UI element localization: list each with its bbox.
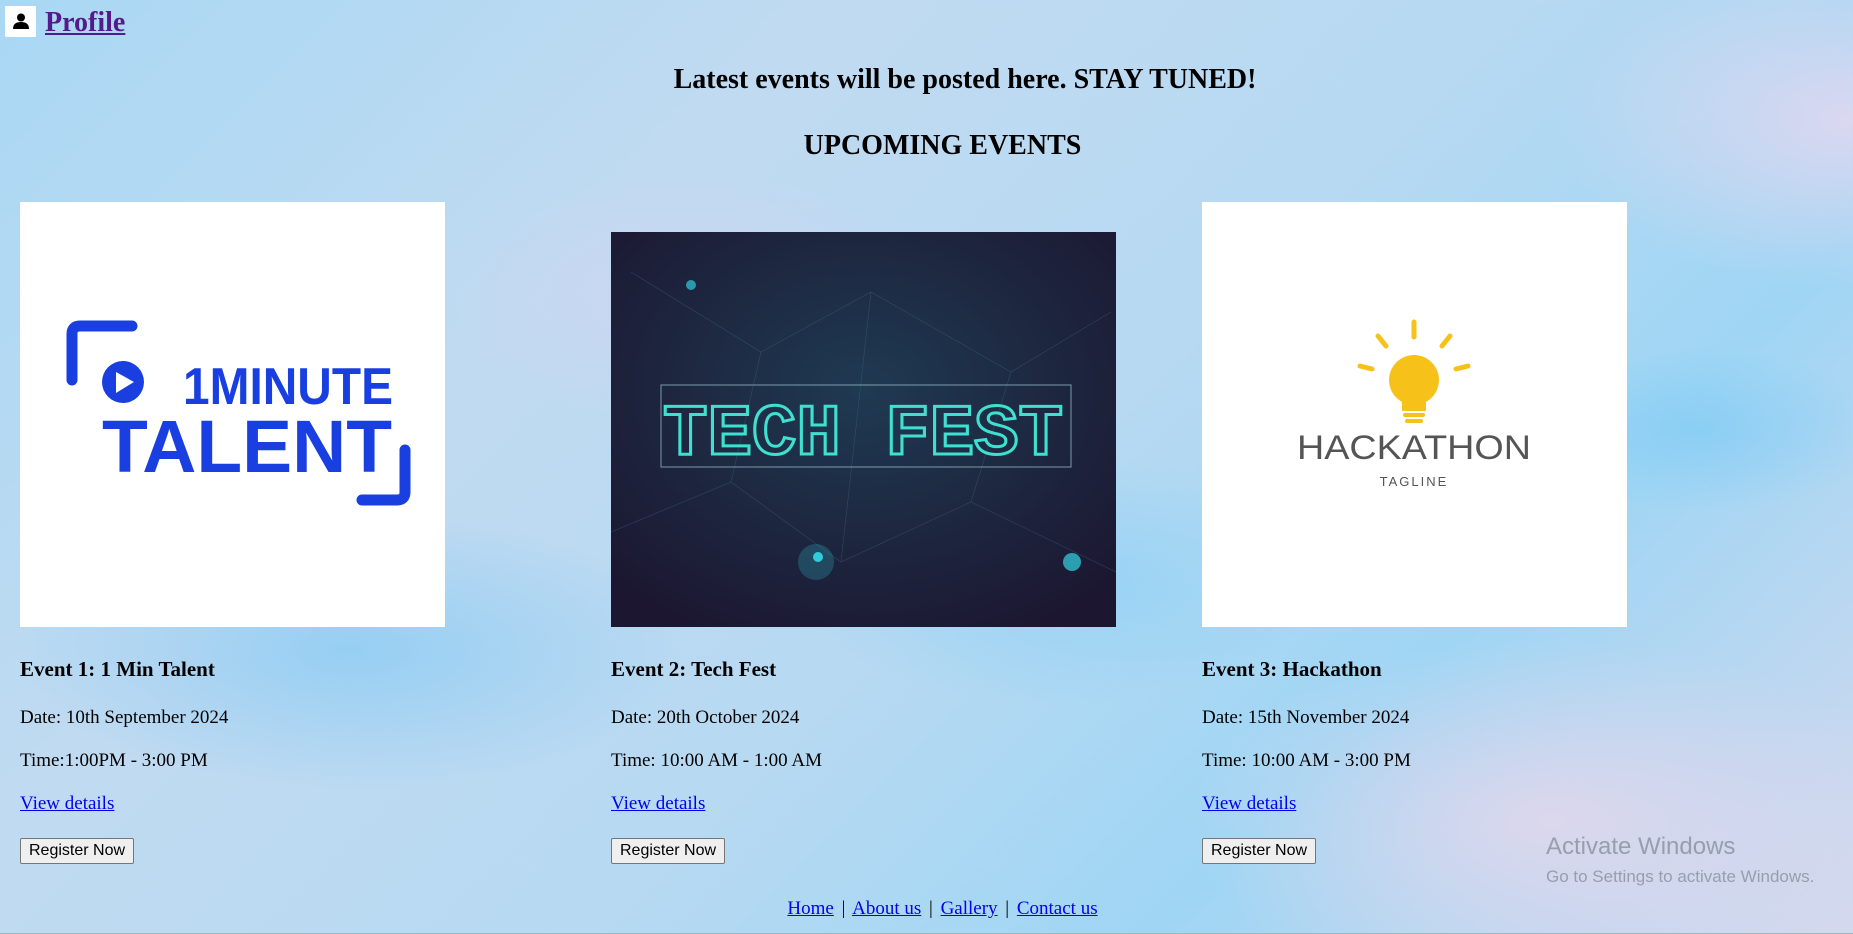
event-title: Event 2: Tech Fest (611, 657, 777, 681)
page-headline: Latest events will be posted here. STAY … (673, 64, 1257, 95)
profile-link[interactable]: Profile (45, 7, 125, 39)
footer-link-contact[interactable]: Contact us (1017, 898, 1098, 919)
logo-text: HACKATHON (1297, 429, 1531, 467)
event-title: Event 1: 1 Min Talent (20, 657, 215, 681)
event-date: Date: 20th October 2024 (611, 707, 800, 728)
event-date: Date: 10th September 2024 (20, 707, 229, 728)
event-card-2: TECH FEST Event 2: Tech Fest Date: 20th … (611, 202, 1116, 864)
footer-link-gallery[interactable]: Gallery (941, 898, 998, 919)
logo-tagline: TAGLINE (1380, 474, 1449, 489)
register-button[interactable]: Register Now (20, 838, 135, 864)
event-card-3: HACKATHON TAGLINE Event 3: Hackathon Dat… (1202, 202, 1627, 864)
logo-text: TECH FEST (663, 394, 1063, 476)
view-details-link[interactable]: View details (20, 793, 114, 815)
event-time: Time:1:00PM - 3:00 PM (20, 750, 208, 771)
logo-line2: TALENT (102, 405, 392, 488)
lightbulb-icon (1357, 319, 1471, 423)
register-button[interactable]: Register Now (611, 838, 726, 864)
event-time: Time: 10:00 AM - 3:00 PM (1202, 750, 1411, 771)
event-3-logo: HACKATHON TAGLINE (1202, 202, 1627, 627)
watermark-title: Activate Windows (1546, 833, 1736, 860)
user-icon[interactable] (5, 5, 36, 37)
windows-activation-watermark: Activate Windows Go to Settings to activ… (1546, 833, 1814, 887)
register-button[interactable]: Register Now (1202, 838, 1317, 864)
event-title: Event 3: Hackathon (1202, 657, 1382, 681)
profile-area: Profile (5, 3, 125, 39)
event-time: Time: 10:00 AM - 1:00 AM (611, 750, 822, 771)
event-1-logo: 1MINUTE TALENT (20, 202, 445, 627)
footer-link-about[interactable]: About us (852, 898, 921, 919)
watermark-subtitle: Go to Settings to activate Windows. (1546, 867, 1815, 886)
section-title: UPCOMING EVENTS (803, 130, 1082, 161)
footer-nav: Home | About us | Gallery | Contact us (0, 898, 1853, 920)
footer-separator: | (1005, 898, 1010, 919)
footer-separator: | (929, 898, 933, 919)
footer-link-home[interactable]: Home (787, 898, 833, 919)
event-2-logo: TECH FEST (611, 232, 1116, 627)
view-details-link[interactable]: View details (611, 793, 705, 815)
view-details-link[interactable]: View details (1202, 793, 1296, 815)
event-card-1: 1MINUTE TALENT Event 1: 1 Min Talent Dat… (20, 202, 445, 864)
event-date: Date: 15th November 2024 (1202, 707, 1410, 728)
footer-separator: | (841, 898, 846, 919)
